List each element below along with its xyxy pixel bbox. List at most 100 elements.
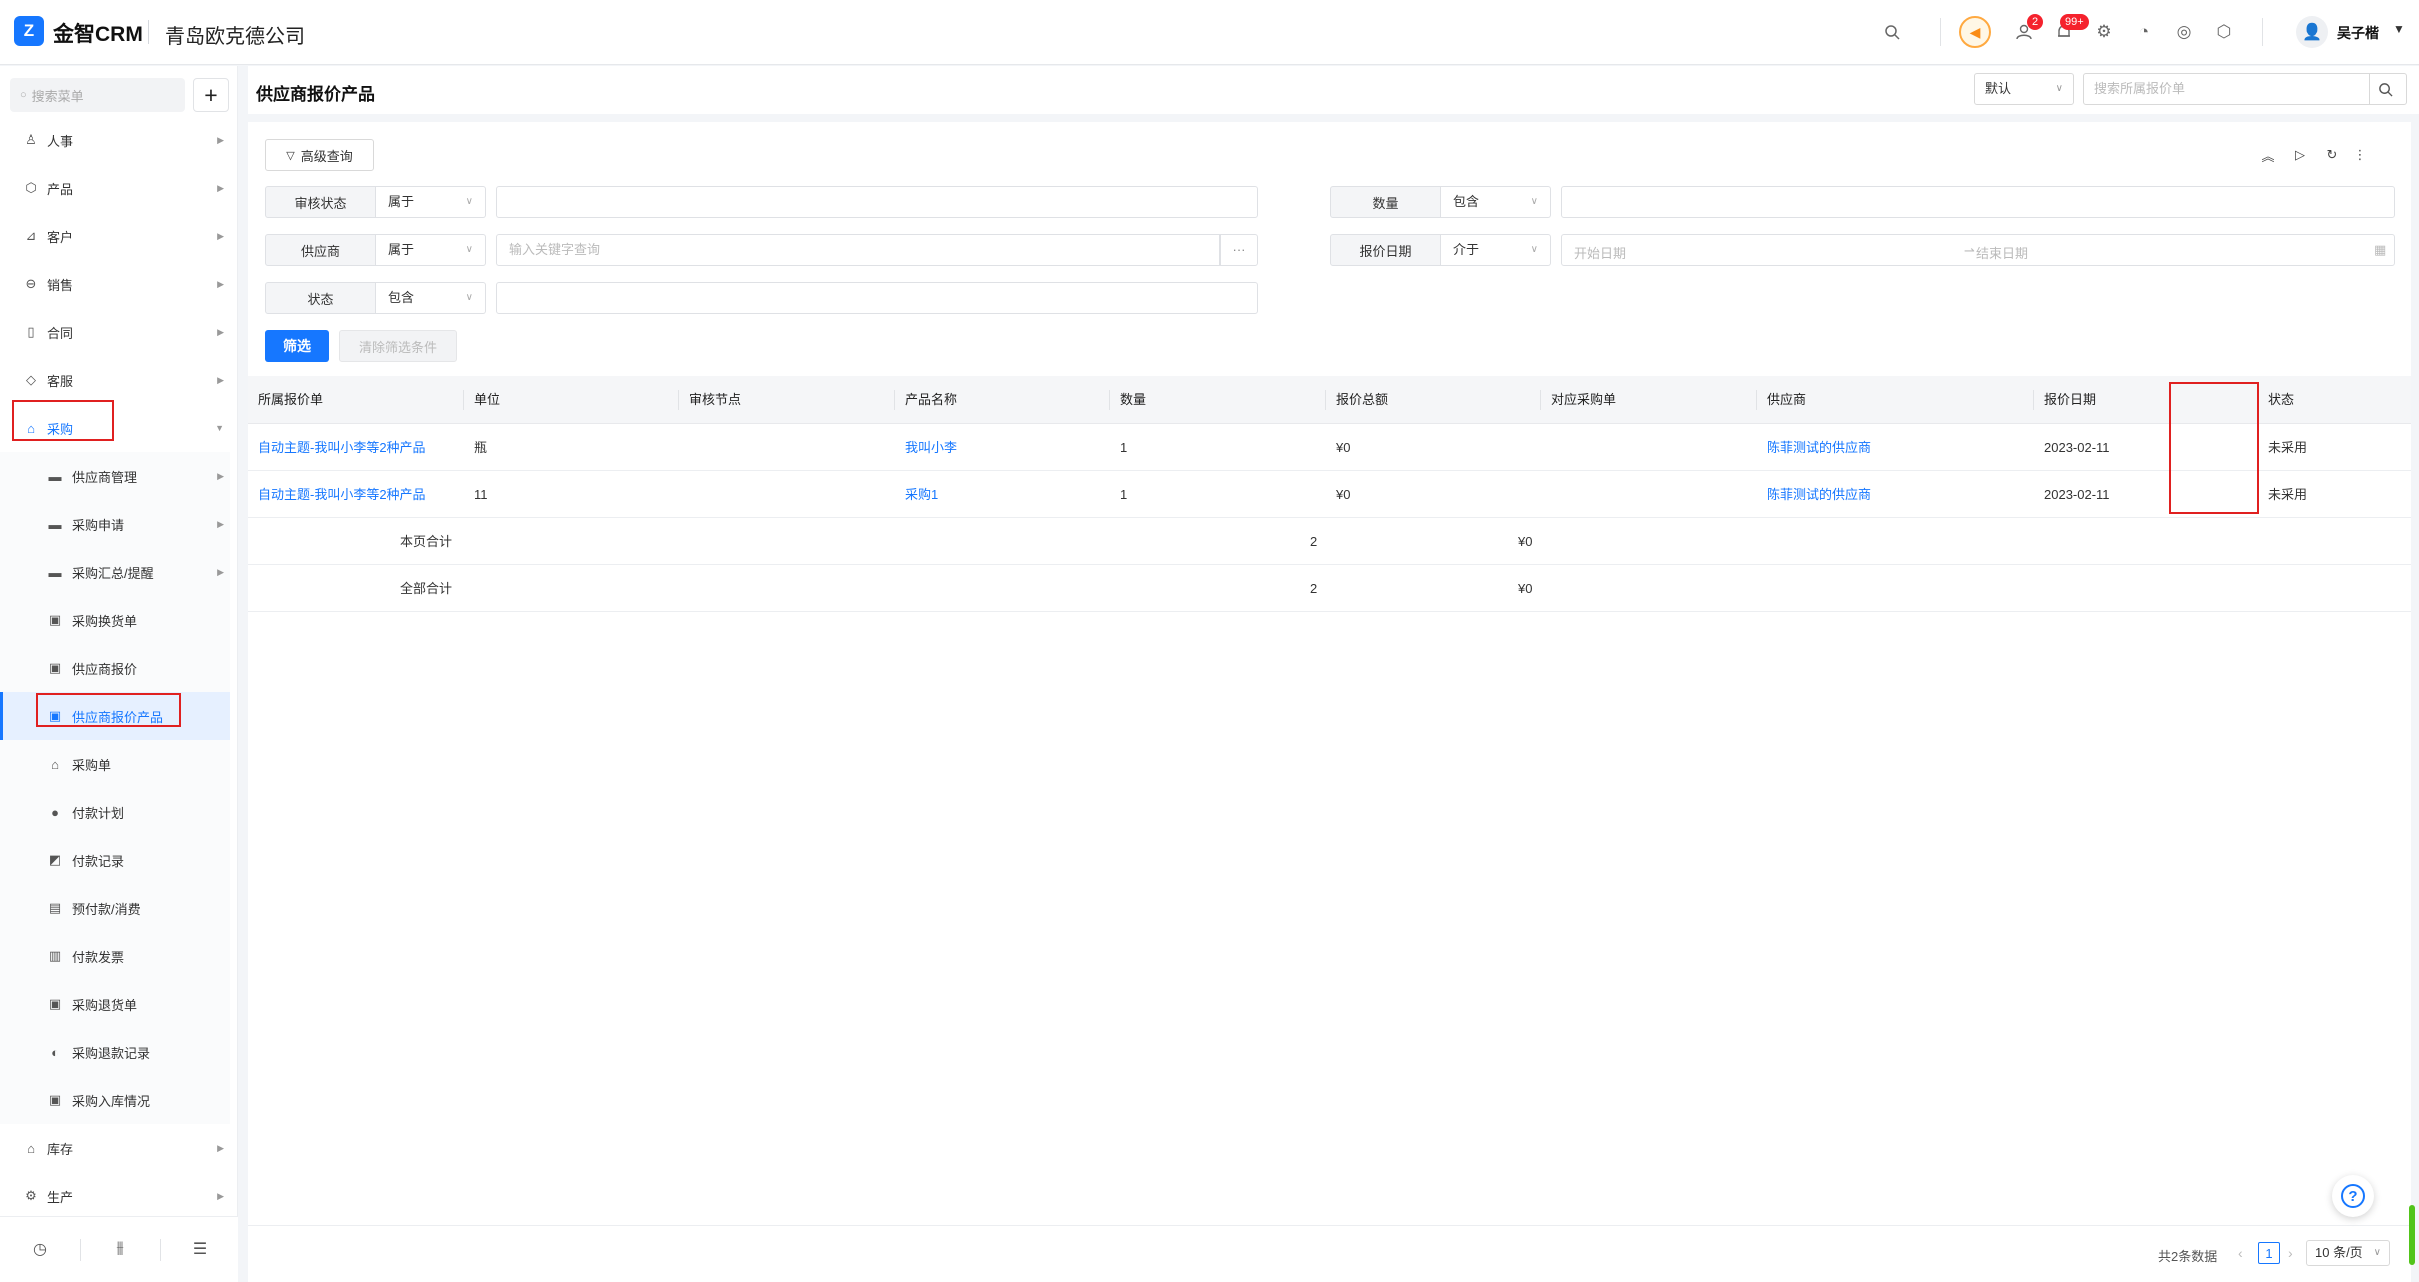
submenu-icon: ●: [51, 804, 59, 820]
scrollbar[interactable]: [2409, 1205, 2415, 1265]
table-cell-link[interactable]: 我叫小李: [895, 424, 957, 471]
quote-search-input[interactable]: 搜索所属报价单: [2083, 73, 2407, 105]
page-1-button[interactable]: 1: [2258, 1242, 2280, 1264]
collapse-up-icon[interactable]: ︽: [2259, 146, 2277, 164]
view-select[interactable]: 默认 ∨: [1974, 73, 2074, 105]
column-header[interactable]: 产品名称: [895, 376, 957, 424]
table-cell: 未采用: [2268, 440, 2308, 455]
pie-chart-icon[interactable]: ◔: [2132, 20, 2156, 44]
apply-filter-button[interactable]: 筛选: [265, 330, 329, 362]
page-size-select[interactable]: 10 条/页 ∨: [2306, 1240, 2390, 1266]
sidebar-subitem-3[interactable]: ▣ 采购换货单: [0, 596, 230, 644]
collapse-menu-icon[interactable]: ☰: [188, 1239, 212, 1259]
refresh-icon[interactable]: ↻: [2323, 146, 2341, 164]
date-range-picker[interactable]: 开始日期 ⇀ 结束日期 ▦: [1561, 234, 2395, 266]
sidebar-item-after-0[interactable]: ⌂ 库存 ▶: [0, 1124, 230, 1172]
advanced-query-button[interactable]: ▽ 高级查询: [265, 139, 374, 171]
submenu-icon: ▣: [48, 660, 62, 675]
filter-input-status[interactable]: [496, 282, 1258, 314]
search-icon[interactable]: [1880, 20, 1904, 44]
sidebar-subitem-13[interactable]: ▣ 采购入库情况: [0, 1076, 230, 1124]
sidebar-subitem-4[interactable]: ▣ 供应商报价: [0, 644, 230, 692]
sidebar-subitem-9[interactable]: ▤ 预付款/消费: [0, 884, 230, 932]
contract-icon: ▯: [27, 324, 35, 339]
sidebar-subitem-7[interactable]: ● 付款计划: [0, 788, 230, 836]
filter-op-supplier[interactable]: 属于 ∨: [376, 234, 486, 266]
sidebar-subitem-2[interactable]: ▬ 采购汇总/提醒 ▶: [0, 548, 230, 596]
history-icon[interactable]: ◷: [28, 1239, 52, 1259]
sidebar-subitem-1[interactable]: ▬ 采购申请 ▶: [0, 500, 230, 548]
shield-icon[interactable]: ⬡: [2212, 20, 2236, 44]
sidebar-subitem-10[interactable]: ▥ 付款发票: [0, 932, 230, 980]
filter-op-quote-date[interactable]: 介于 ∨: [1441, 234, 1551, 266]
footer-separator: [160, 1239, 161, 1261]
column-header[interactable]: 供应商: [1757, 376, 1806, 424]
sidebar-item-label: 采购退款记录: [72, 1045, 151, 1061]
filter-op-review-status[interactable]: 属于 ∨: [376, 186, 486, 218]
sidebar-item-4[interactable]: ▯ 合同 ▶: [0, 308, 230, 356]
table-cell-link[interactable]: 自动主题-我叫小李等2种产品: [248, 471, 426, 518]
add-menu-button[interactable]: +: [193, 78, 229, 112]
table-row[interactable]: 自动主题-我叫小李等2种产品 瓶 我叫小李 1 ¥0 陈菲测试的供应商 2023-02-11…: [248, 424, 2411, 471]
column-header[interactable]: 所属报价单: [248, 376, 323, 424]
column-header[interactable]: 报价总额: [1326, 376, 1388, 424]
sidebar-item-5[interactable]: ◇ 客服 ▶: [0, 356, 230, 404]
username[interactable]: 吴子楷: [2337, 23, 2379, 43]
service-icon: ◇: [26, 372, 36, 387]
column-header[interactable]: 审核节点: [679, 376, 741, 424]
sidebar-subitem-12[interactable]: ◐ 采购退款记录: [0, 1028, 230, 1076]
sidebar-item-label: 合同: [47, 325, 74, 341]
sidebar-item-6[interactable]: ⌂ 采购 ▼: [0, 404, 230, 452]
sidebar-item-1[interactable]: ⬡ 产品 ▶: [0, 164, 230, 212]
column-header[interactable]: 状态: [2258, 376, 2294, 424]
table-cell-link[interactable]: 陈菲测试的供应商: [1757, 424, 1871, 471]
sidebar-item-after-1[interactable]: ⚙ 生产 ▶: [0, 1172, 230, 1220]
chevron-left-icon[interactable]: ‹: [2238, 1245, 2243, 1261]
menu-search-input[interactable]: ○ 搜索菜单: [10, 78, 185, 112]
filter-input-supplier[interactable]: 输入关键字查询: [496, 234, 1220, 266]
table-cell-link[interactable]: 采购1: [895, 471, 938, 518]
column-header[interactable]: 单位: [464, 376, 500, 424]
chrome-icon[interactable]: ◎: [2172, 20, 2196, 44]
chevron-down-icon[interactable]: ▼: [2393, 22, 2405, 36]
column-header[interactable]: 报价日期: [2034, 376, 2096, 424]
column-settings-icon[interactable]: ⋮: [2351, 146, 2369, 164]
table-row[interactable]: 自动主题-我叫小李等2种产品 11 采购1 1 ¥0 陈菲测试的供应商 2023-02-11…: [248, 471, 2411, 518]
chevron-down-icon: ∨: [465, 292, 473, 303]
chevron-right-icon[interactable]: ›: [2288, 1245, 2293, 1261]
play-icon[interactable]: ▷: [2291, 146, 2309, 164]
search-button[interactable]: [2369, 73, 2401, 105]
column-header[interactable]: 对应采购单: [1541, 376, 1616, 424]
chevron-down-icon: ∨: [465, 244, 473, 255]
sidebar-item-0[interactable]: ♙ 人事 ▶: [0, 116, 230, 164]
sidebar-item-2[interactable]: ⊿ 客户 ▶: [0, 212, 230, 260]
filter-op-status[interactable]: 包含 ∨: [376, 282, 486, 314]
top-bar: Z 金智CRM 青岛欧克德公司 ◀ 2 99+ ⚙ ◔ ◎ ⬡ 👤 吴子楷 ▼: [0, 0, 2419, 65]
chevron-right-icon: ▶: [217, 278, 224, 289]
column-separator: [1540, 390, 1541, 410]
filter-op-quantity[interactable]: 包含 ∨: [1441, 186, 1551, 218]
filter-input-quantity[interactable]: [1561, 186, 2395, 218]
footer-separator: [80, 1239, 81, 1261]
logo-icon[interactable]: Z: [14, 16, 44, 46]
announcement-icon[interactable]: ◀: [1959, 16, 1991, 48]
column-header[interactable]: 数量: [1110, 376, 1146, 424]
avatar[interactable]: 👤: [2296, 16, 2328, 48]
help-button[interactable]: ?: [2332, 1175, 2374, 1217]
notification-badge: 99+: [2060, 14, 2089, 30]
sidebar-subitem-5[interactable]: ▣ 供应商报价产品: [0, 692, 230, 740]
sidebar-subitem-0[interactable]: ▬ 供应商管理 ▶: [0, 452, 230, 500]
sidebar-subitem-8[interactable]: ◩ 付款记录: [0, 836, 230, 884]
supplier-picker-button[interactable]: ···: [1220, 234, 1258, 266]
clear-filter-button[interactable]: 清除筛选条件: [339, 330, 457, 362]
sidebar-item-3[interactable]: ⊖ 销售 ▶: [0, 260, 230, 308]
filter-input-review-status[interactable]: [496, 186, 1258, 218]
filter-settings-icon[interactable]: ⫵: [108, 1239, 132, 1257]
summary-row: 本页合计 2 ¥0: [248, 518, 2411, 565]
table-cell-link[interactable]: 陈菲测试的供应商: [1757, 471, 1871, 518]
settings-icon[interactable]: ⚙: [2092, 20, 2116, 44]
sidebar-subitem-11[interactable]: ▣ 采购退货单: [0, 980, 230, 1028]
company-name[interactable]: 青岛欧克德公司: [165, 20, 305, 49]
sidebar-subitem-6[interactable]: ⌂ 采购单: [0, 740, 230, 788]
table-cell-link[interactable]: 自动主题-我叫小李等2种产品: [248, 424, 426, 471]
